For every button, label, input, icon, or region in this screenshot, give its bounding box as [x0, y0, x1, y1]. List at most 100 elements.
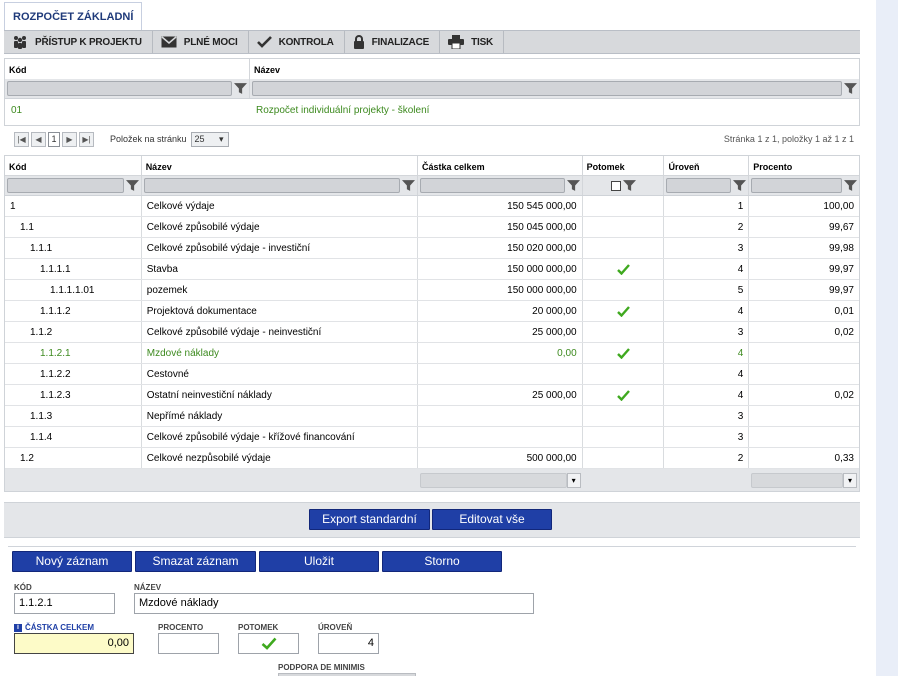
cell-nazev: Projektová dokumentace: [142, 301, 419, 321]
chevron-down-icon[interactable]: ▾: [843, 472, 857, 488]
cell-nazev: Celkové výdaje: [142, 196, 419, 216]
delete-record-button[interactable]: Smazat záznam: [135, 551, 256, 572]
toolbar-check-button[interactable]: KONTROLA: [249, 31, 345, 53]
table-row[interactable]: 1.1.3 Nepřímé náklady 3: [5, 406, 859, 427]
save-button[interactable]: Uložit: [259, 551, 379, 572]
pager-info: Stránka 1 z 1, položky 1 až 1 z 1: [723, 134, 854, 144]
new-record-button[interactable]: Nový záznam: [12, 551, 132, 572]
cell-nazev: Rozpočet individuální projekty - školení: [256, 104, 430, 116]
toolbar-access-button[interactable]: PŘÍSTUP K PROJEKTU: [4, 31, 153, 53]
filter-icon[interactable]: [566, 179, 580, 192]
filter-icon[interactable]: [733, 179, 747, 192]
filter-icon[interactable]: [844, 179, 858, 192]
toolbar-print-button[interactable]: TISK: [440, 31, 505, 53]
table-row[interactable]: 1.1.1 Celkové způsobilé výdaje - investič…: [5, 238, 859, 259]
column-header-nazev[interactable]: Název: [250, 59, 859, 79]
cell-uroven: 4: [664, 385, 750, 405]
checkmark-icon: [256, 36, 272, 48]
filter-input-kod[interactable]: [7, 81, 232, 96]
podpora-de-minimis-label: PODPORA DE MINIMIS: [278, 663, 365, 672]
cell-kod: 1.2: [5, 448, 142, 468]
column-header-kod[interactable]: Kód: [5, 156, 142, 175]
edit-all-button[interactable]: Editovat vše: [432, 509, 552, 530]
table-row[interactable]: 1.1.2.2 Cestovné 4: [5, 364, 859, 385]
cell-uroven: 3: [664, 238, 750, 258]
table-row[interactable]: 1.1.2.3 Ostatní neinvestiční náklady 25 00…: [5, 385, 859, 406]
cell-castka: 150 000 000,00: [418, 259, 583, 279]
castka-celkem-field[interactable]: 0,00: [14, 633, 134, 654]
table-row[interactable]: 1.1 Celkové způsobilé výdaje 150 045 000,0…: [5, 217, 859, 238]
column-header-castka[interactable]: Částka celkem: [418, 156, 583, 175]
filter-input-uroven[interactable]: [666, 178, 732, 193]
cell-castka: [418, 427, 583, 447]
table-row[interactable]: 1.1.2 Celkové způsobilé výdaje - neinvest…: [5, 322, 859, 343]
table-row[interactable]: 1 Celkové výdaje 150 545 000,00 1 100,00: [5, 196, 859, 217]
potomek-checkbox[interactable]: [238, 633, 299, 654]
table-row[interactable]: 1.2 Celkové nezpůsobilé výdaje 500 000,00 2…: [5, 448, 859, 469]
cell-kod: 1.1.1.2: [5, 301, 142, 321]
page-number-input[interactable]: 1: [48, 131, 60, 147]
prev-page-button[interactable]: ◀: [31, 131, 46, 147]
filter-icon[interactable]: [125, 179, 139, 192]
checkmark-icon: [616, 347, 630, 359]
filter-icon[interactable]: [844, 82, 857, 95]
cell-uroven: 2: [664, 448, 750, 468]
filter-input-kod[interactable]: [7, 178, 124, 193]
column-header-procento[interactable]: Procento: [749, 156, 859, 175]
sum-procento-box: [751, 472, 843, 488]
filter-input-nazev[interactable]: [252, 81, 842, 96]
toolbar-print-label: TISK: [471, 36, 494, 48]
export-standard-button[interactable]: Export standardní: [309, 509, 430, 530]
filter-icon[interactable]: [622, 179, 636, 192]
column-header-uroven[interactable]: Úroveň: [664, 156, 750, 175]
cell-castka: 150 020 000,00: [418, 238, 583, 258]
toolbar-finalize-button[interactable]: FINALIZACE: [345, 31, 441, 53]
column-header-nazev[interactable]: Název: [142, 156, 419, 175]
filter-input-castka[interactable]: [420, 178, 565, 193]
potomek-label: POTOMEK: [238, 623, 279, 632]
cell-procento: 99,67: [828, 221, 854, 233]
last-page-button[interactable]: ▶|: [79, 131, 94, 147]
cancel-button[interactable]: Storno: [382, 551, 502, 572]
filter-checkbox-potomek[interactable]: [610, 180, 621, 191]
nazev-field[interactable]: Mzdové náklady: [134, 593, 534, 614]
table-row[interactable]: 1.1.2.1 Mzdové náklady 0,00 4: [5, 343, 859, 364]
toolbar: PŘÍSTUP K PROJEKTU PLNÉ MOCI KONTROLA FI…: [4, 30, 860, 54]
filter-icon[interactable]: [234, 82, 247, 95]
first-page-button[interactable]: |◀: [14, 131, 29, 147]
chevron-down-icon[interactable]: ▾: [566, 472, 581, 488]
filter-icon[interactable]: [402, 179, 416, 192]
cell-procento: [749, 406, 859, 426]
cell-potomek: [583, 427, 665, 447]
next-page-button[interactable]: ▶: [62, 131, 77, 147]
cell-uroven: 4: [664, 343, 750, 363]
cell-nazev: Celkové nezpůsobilé výdaje: [142, 448, 419, 468]
toolbar-power-of-attorney-button[interactable]: PLNÉ MOCI: [153, 31, 249, 53]
table-row[interactable]: 1.1.1.2 Projektová dokumentace 20 000,00 4 0…: [5, 301, 859, 322]
column-header-kod[interactable]: Kód: [5, 59, 250, 79]
per-page-select[interactable]: 25: [190, 131, 229, 147]
cell-kod: 01: [11, 104, 23, 116]
cell-castka: 150 045 000,00: [418, 217, 583, 237]
uroven-field[interactable]: 4: [318, 633, 379, 654]
cell-uroven: 4: [664, 364, 750, 384]
table-row[interactable]: 1.1.1.1.01 pozemek 150 000 000,00 5 99,97: [5, 280, 859, 301]
table-row[interactable]: 1.1.4 Celkové způsobilé výdaje - křížové …: [5, 427, 859, 448]
table-row[interactable]: 1.1.1.1 Stavba 150 000 000,00 4 99,97: [5, 259, 859, 280]
cell-uroven: 5: [664, 280, 750, 300]
column-header-potomek[interactable]: Potomek: [583, 156, 665, 175]
procento-field[interactable]: [158, 633, 219, 654]
pager: |◀ ◀ 1 ▶ ▶| Položek na stránku 25 Stránk…: [4, 128, 860, 150]
budget-header-grid: Kód Název 01 Rozpočet individuální proje…: [4, 58, 860, 126]
cell-potomek: [583, 238, 665, 258]
cell-nazev: Celkové způsobilé výdaje: [142, 217, 419, 237]
tab-rozpocet-zakladni[interactable]: ROZPOČET ZÁKLADNÍ: [4, 2, 143, 31]
filter-input-procento[interactable]: [751, 178, 843, 193]
cell-uroven: 3: [664, 406, 750, 426]
table-row[interactable]: 01 Rozpočet individuální projekty - škol…: [5, 99, 859, 121]
cell-potomek: [583, 217, 665, 237]
cell-castka: [418, 364, 583, 384]
kod-field[interactable]: 1.1.2.1: [14, 593, 115, 614]
filter-input-nazev[interactable]: [143, 178, 401, 193]
cell-nazev: Celkové způsobilé výdaje - křížové finan…: [142, 427, 419, 447]
